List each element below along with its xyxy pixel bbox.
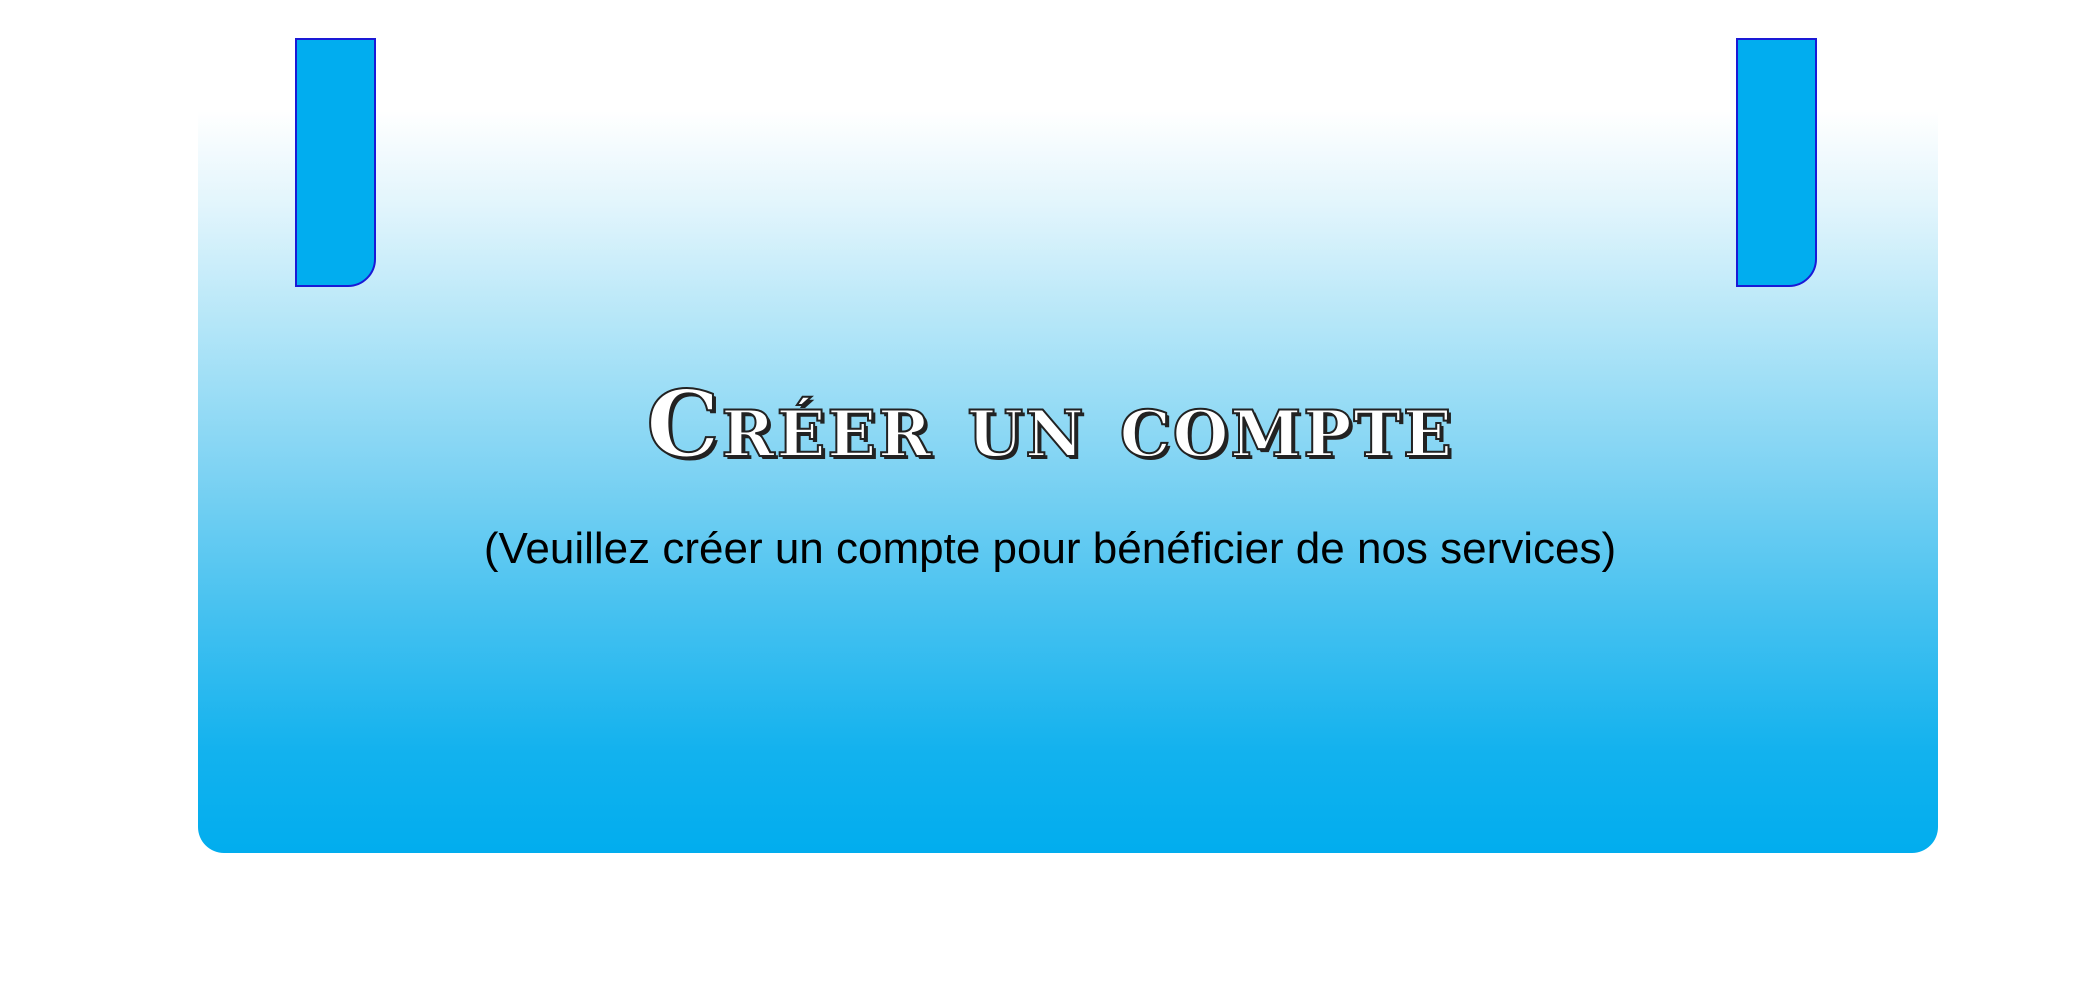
page: Créer un compte (Veuillez créer un compt… xyxy=(0,0,2100,1000)
page-title: Créer un compte xyxy=(645,370,1454,478)
left-hanging-tab xyxy=(295,38,376,287)
right-hanging-tab xyxy=(1736,38,1817,287)
page-subtitle: (Veuillez créer un compte pour bénéficie… xyxy=(483,524,1617,573)
